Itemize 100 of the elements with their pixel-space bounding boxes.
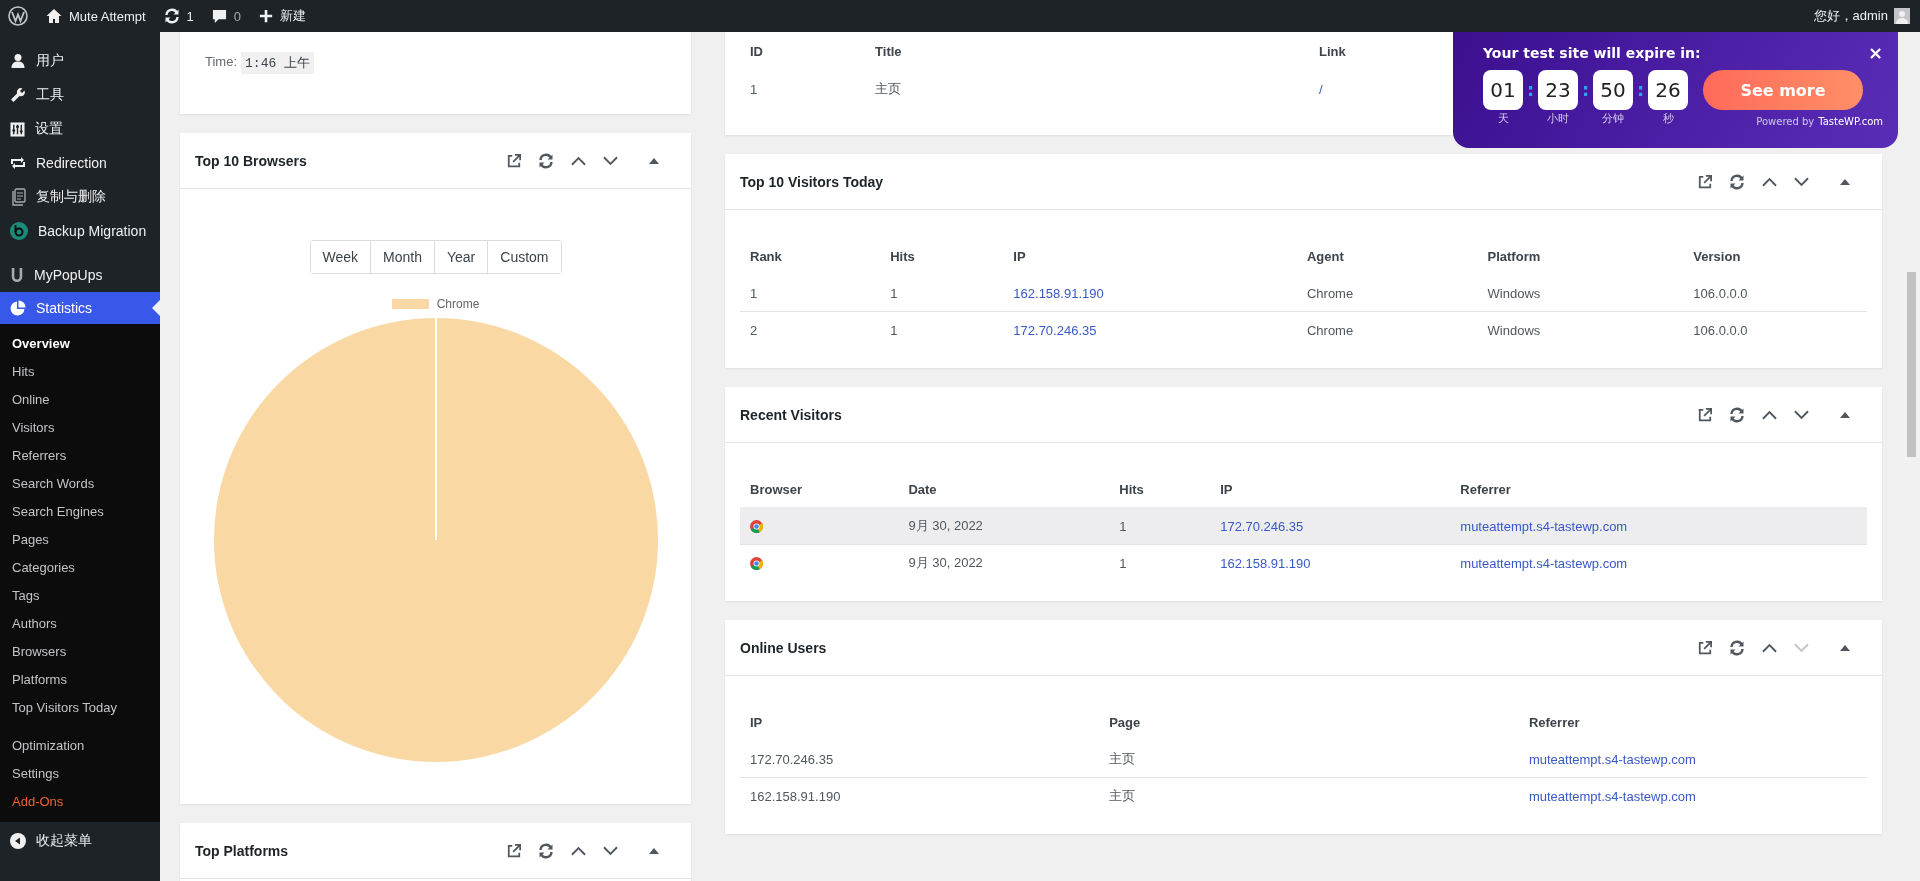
- time-value: 1:46 上午: [241, 52, 315, 74]
- table-link[interactable]: muteattempt.s4-tastewp.com: [1460, 555, 1628, 571]
- column-header: Title: [875, 43, 902, 59]
- submenu-item[interactable]: Pages: [0, 526, 160, 554]
- external-link-icon[interactable]: [1698, 407, 1712, 422]
- comments-count[interactable]: 0: [233, 8, 242, 24]
- table-cell: Windows: [1487, 322, 1541, 338]
- brand-link[interactable]: TasteWP.com: [1818, 116, 1883, 127]
- column-header: Referrer: [1528, 714, 1580, 730]
- table-link[interactable]: /: [1319, 81, 1323, 97]
- submenu-item[interactable]: Authors: [0, 610, 160, 638]
- external-link-icon[interactable]: [1698, 640, 1712, 655]
- collapse-triangle-icon[interactable]: [1840, 178, 1850, 185]
- table-cell: 1: [750, 81, 758, 97]
- chevron-up-icon[interactable]: [1762, 642, 1777, 653]
- sidebar-item[interactable]: 用户: [0, 44, 160, 78]
- new-link[interactable]: 新建: [280, 7, 307, 25]
- external-link-icon[interactable]: [1698, 174, 1712, 189]
- refresh-icon[interactable]: [1729, 173, 1745, 190]
- sidebar-item[interactable]: 复制与删除: [0, 180, 160, 214]
- sidebar-item[interactable]: Statistics: [0, 292, 160, 324]
- chevron-up-icon[interactable]: [1762, 176, 1777, 187]
- submenu-item[interactable]: Referrers: [0, 442, 160, 470]
- close-button[interactable]: ×: [1867, 44, 1883, 62]
- card-title: Top 10 Visitors Today: [740, 173, 884, 190]
- collapse-triangle-icon[interactable]: [1840, 411, 1850, 418]
- submenu-item[interactable]: Hits: [0, 358, 160, 386]
- table-link[interactable]: muteattempt.s4-tastewp.com: [1528, 788, 1696, 804]
- table-cell: 主页: [1109, 787, 1136, 805]
- chevron-down-icon[interactable]: [1794, 409, 1809, 420]
- chevron-up-icon[interactable]: [1762, 409, 1777, 420]
- sidebar-item[interactable]: 设置: [0, 112, 160, 146]
- plus-icon[interactable]: [259, 9, 274, 23]
- submenu-item[interactable]: Platforms: [0, 666, 160, 694]
- range-button[interactable]: Custom: [487, 241, 561, 273]
- table-cell: Chrome: [1306, 285, 1354, 301]
- refresh-icon[interactable]: [1729, 639, 1745, 656]
- chevron-down-icon[interactable]: [603, 155, 618, 166]
- table-link[interactable]: muteattempt.s4-tastewp.com: [1460, 518, 1628, 534]
- greeting-link[interactable]: 您好，admin: [1813, 7, 1888, 25]
- external-link-icon[interactable]: [507, 843, 521, 858]
- table-link[interactable]: 162.158.91.190: [1220, 555, 1311, 571]
- submenu-item[interactable]: Settings: [0, 760, 160, 788]
- table-cell: 106.0.0.0: [1693, 322, 1748, 338]
- column-header: IP: [1013, 248, 1026, 264]
- sidebar-item[interactable]: Backup Migration: [0, 214, 160, 248]
- table-cell: 主页: [875, 80, 902, 98]
- refresh-icon[interactable]: [538, 842, 554, 859]
- refresh-icon[interactable]: [1729, 406, 1745, 423]
- column-header: Browser: [750, 481, 803, 497]
- sidebar-item[interactable]: Redirection: [0, 146, 160, 180]
- chevron-up-icon[interactable]: [571, 155, 586, 166]
- submenu-item[interactable]: Search Engines: [0, 498, 160, 526]
- column-header: Hits: [890, 248, 915, 264]
- card-title: Online Users: [740, 639, 827, 656]
- sidebar-item[interactable]: MyPopUps: [0, 258, 160, 292]
- submenu-item[interactable]: Categories: [0, 554, 160, 582]
- wordpress-logo-icon[interactable]: [8, 6, 28, 26]
- collapse-triangle-icon[interactable]: [649, 847, 659, 854]
- countdown-value: 26: [1648, 70, 1688, 110]
- refresh-icon[interactable]: [538, 152, 554, 169]
- external-link-icon[interactable]: [507, 153, 521, 168]
- card-title: Top Platforms: [195, 842, 289, 859]
- table-link[interactable]: muteattempt.s4-tastewp.com: [1528, 751, 1696, 767]
- table-cell: 1: [890, 285, 898, 301]
- chevron-down-icon[interactable]: [603, 845, 618, 856]
- home-icon[interactable]: [46, 8, 62, 24]
- submenu-item[interactable]: Tags: [0, 582, 160, 610]
- table-cell: 1: [1119, 555, 1127, 571]
- collapse-triangle-icon[interactable]: [1840, 644, 1850, 651]
- site-name-link[interactable]: Mute Attempt: [69, 8, 146, 24]
- table-cell: 9月 30, 2022: [908, 517, 983, 535]
- legend-label: Chrome: [436, 297, 480, 311]
- collapse-triangle-icon[interactable]: [649, 157, 659, 164]
- user-icon: [10, 53, 26, 69]
- submenu-item[interactable]: Online: [0, 386, 160, 414]
- sidebar-item[interactable]: 工具: [0, 78, 160, 112]
- table-cell: 2: [750, 322, 758, 338]
- submenu-item[interactable]: Search Words: [0, 470, 160, 498]
- documents-icon: [10, 188, 26, 206]
- collapse-menu-button[interactable]: 收起菜单: [36, 832, 92, 850]
- chevron-down-icon[interactable]: [1794, 176, 1809, 187]
- table-link[interactable]: 172.70.246.35: [1220, 518, 1304, 534]
- submenu-item[interactable]: Browsers: [0, 638, 160, 666]
- countdown-value: 23: [1538, 70, 1578, 110]
- table-cell: 1: [750, 285, 758, 301]
- submenu-item[interactable]: Overview: [0, 330, 160, 358]
- submenu-item[interactable]: Optimization: [0, 732, 160, 760]
- updates-count[interactable]: 1: [186, 8, 194, 24]
- submenu-item[interactable]: Add-Ons: [0, 788, 160, 816]
- countdown-value: 01: [1483, 70, 1523, 110]
- table-cell: 主页: [1109, 750, 1136, 768]
- submenu-item[interactable]: Visitors: [0, 414, 160, 442]
- table-link[interactable]: 172.70.246.35: [1013, 322, 1097, 338]
- column-header: Rank: [750, 248, 782, 264]
- table-cell: Chrome: [1306, 322, 1354, 338]
- submenu-item[interactable]: Top Visitors Today: [0, 694, 160, 722]
- speech-bubble-icon[interactable]: [211, 8, 227, 24]
- chevron-up-icon[interactable]: [571, 845, 586, 856]
- table-link[interactable]: 162.158.91.190: [1013, 285, 1104, 301]
